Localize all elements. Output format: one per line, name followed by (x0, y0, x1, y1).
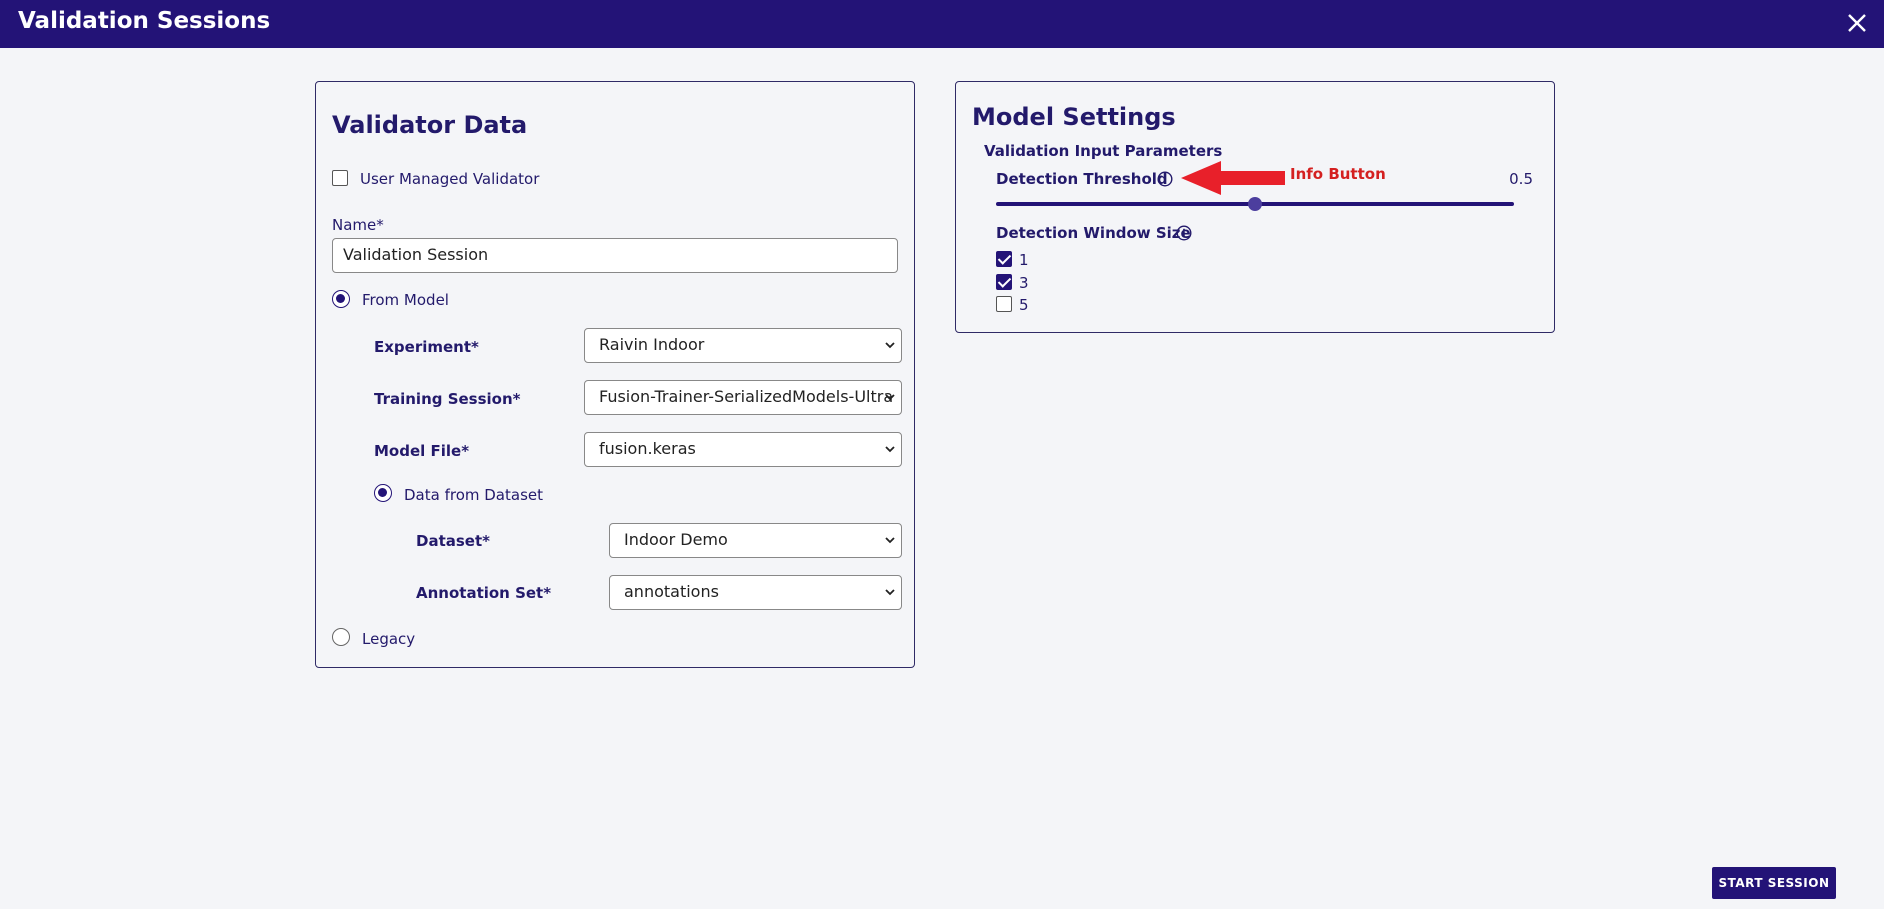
chevron-down-icon (885, 342, 895, 349)
validator-data-panel: Validator Data User Managed Validator Na… (315, 81, 915, 668)
name-field[interactable]: Validation Session (332, 238, 898, 273)
window-size-5-label: 5 (1019, 296, 1029, 314)
chevron-down-icon (885, 537, 895, 544)
title-bar: Validation Sessions (0, 0, 1884, 48)
legacy-radio[interactable] (332, 628, 350, 646)
model-file-value: fusion.keras (599, 439, 696, 458)
page-title: Validation Sessions (18, 8, 271, 34)
detection-threshold-slider-thumb[interactable] (1248, 197, 1262, 211)
start-session-button[interactable]: START SESSION (1712, 867, 1836, 899)
window-size-1-checkbox[interactable] (996, 251, 1012, 267)
chevron-down-icon (885, 589, 895, 596)
name-label: Name* (332, 216, 384, 234)
from-model-radio[interactable] (332, 290, 350, 308)
detection-threshold-label: Detection Threshold (996, 170, 1168, 188)
experiment-value: Raivin Indoor (599, 335, 705, 354)
annotation-arrow-icon (1181, 161, 1285, 195)
legacy-label: Legacy (362, 630, 416, 648)
experiment-label: Experiment* (374, 338, 479, 356)
window-size-5-checkbox[interactable] (996, 296, 1012, 312)
dataset-label: Dataset* (416, 532, 490, 550)
training-session-select[interactable]: Fusion-Trainer-SerializedModels-Ultra (584, 380, 902, 415)
window-size-3-label: 3 (1019, 274, 1029, 292)
from-model-label: From Model (362, 291, 449, 309)
chevron-down-icon (885, 394, 895, 401)
model-settings-panel: Model Settings Validation Input Paramete… (955, 81, 1555, 333)
annotation-set-label: Annotation Set* (416, 584, 552, 602)
model-file-label: Model File* (374, 442, 470, 460)
user-managed-checkbox[interactable] (332, 170, 348, 186)
annotation-set-value: annotations (624, 582, 719, 601)
window-size-3-checkbox[interactable] (996, 274, 1012, 290)
model-settings-title: Model Settings (972, 103, 1176, 131)
user-managed-label: User Managed Validator (360, 170, 540, 188)
detection-threshold-value: 0.5 (1509, 170, 1533, 188)
info-icon[interactable] (1157, 171, 1173, 187)
data-from-dataset-label: Data from Dataset (404, 486, 543, 504)
dataset-select[interactable]: Indoor Demo (609, 523, 902, 558)
training-session-label: Training Session* (374, 390, 521, 408)
data-from-dataset-radio[interactable] (374, 484, 392, 502)
annotation-set-select[interactable]: annotations (609, 575, 902, 610)
training-session-value: Fusion-Trainer-SerializedModels-Ultra (599, 387, 894, 406)
experiment-select[interactable]: Raivin Indoor (584, 328, 902, 363)
dataset-value: Indoor Demo (624, 530, 728, 549)
info-icon[interactable] (1176, 225, 1192, 241)
close-icon[interactable] (1844, 10, 1870, 36)
window-size-1-label: 1 (1019, 251, 1029, 269)
chevron-down-icon (885, 446, 895, 453)
validation-input-parameters-label: Validation Input Parameters (984, 142, 1223, 160)
model-file-select[interactable]: fusion.keras (584, 432, 902, 467)
annotation-text: Info Button (1290, 165, 1386, 183)
detection-window-size-label: Detection Window Size (996, 224, 1191, 242)
validator-data-title: Validator Data (332, 111, 528, 139)
